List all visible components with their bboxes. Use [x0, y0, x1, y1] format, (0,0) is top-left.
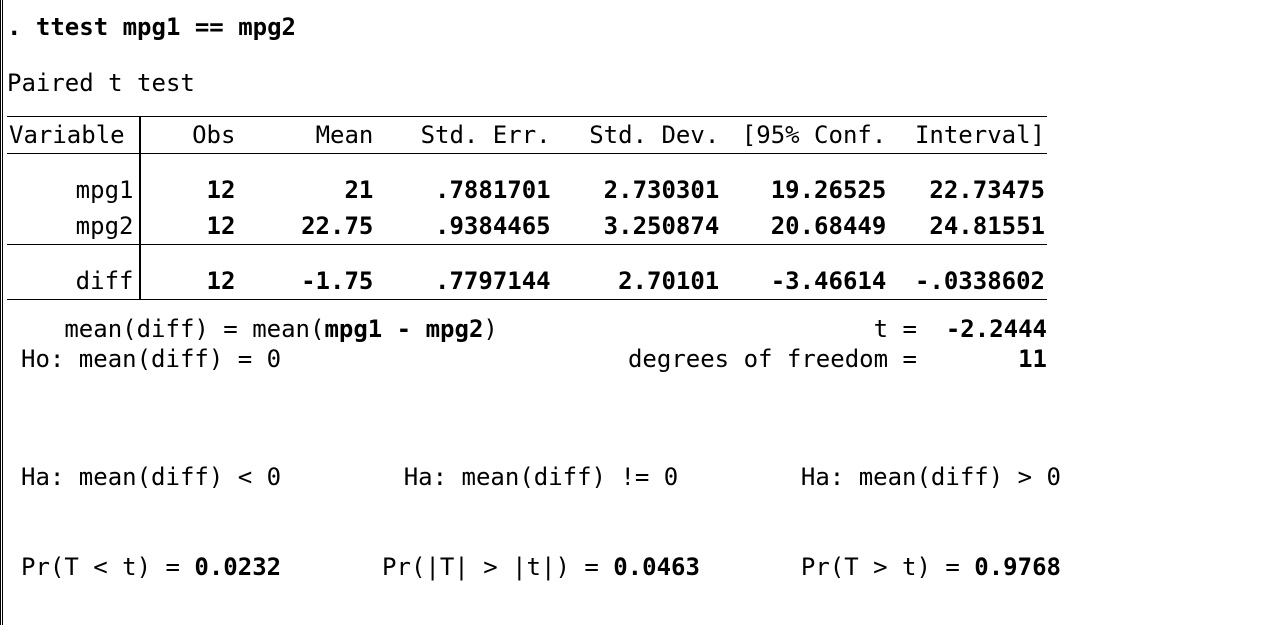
- cell: 20.68449: [729, 208, 886, 245]
- null-hypothesis: Ho: mean(diff) = 0: [21, 344, 281, 374]
- row-name: diff: [7, 263, 140, 300]
- ha-line: Ha: mean(diff) != 0: [382, 462, 700, 492]
- pr-line: Pr(|T| > |t|) = 0.0463: [382, 552, 700, 582]
- ha-line: Ha: mean(diff) > 0: [801, 462, 1061, 492]
- col-mean: Mean: [245, 117, 383, 154]
- cell: .9384465: [383, 208, 560, 245]
- cell: .7797144: [383, 263, 560, 300]
- cell: 12: [140, 172, 245, 208]
- cell: -.0338602: [886, 263, 1047, 300]
- alternative-hypotheses: Ha: mean(diff) < 0 Pr(T < t) = 0.0232 Ha…: [7, 402, 1061, 642]
- command-text: ttest mpg1 == mpg2: [36, 13, 296, 41]
- cell: 19.26525: [729, 172, 886, 208]
- cell: -1.75: [245, 263, 383, 300]
- cell: -3.46614: [729, 263, 886, 300]
- cell: 2.730301: [561, 172, 730, 208]
- col-se: Std. Err.: [383, 117, 560, 154]
- cell: 2.70101: [561, 263, 730, 300]
- test-title: Paired t test: [7, 68, 1270, 98]
- pr-line: Pr(T < t) = 0.0232: [21, 552, 281, 582]
- stats-table: Variable Obs Mean Std. Err. Std. Dev. [9…: [7, 116, 1047, 300]
- cell: 12: [140, 263, 245, 300]
- cell: 21: [245, 172, 383, 208]
- row-name: mpg1: [7, 172, 140, 208]
- table-row: mpg2 12 22.75 .9384465 3.250874 20.68449…: [7, 208, 1047, 245]
- t-stat: t = -2.2444: [874, 314, 1047, 344]
- equation-block: mean(diff) = mean(mpg1 - mpg2) t = -2.24…: [7, 314, 1047, 374]
- degrees-of-freedom: degrees of freedom = 11: [628, 344, 1047, 374]
- col-obs: Obs: [140, 117, 245, 154]
- col-ci-lo: [95% Conf.: [729, 117, 886, 154]
- mean-diff-def: mean(diff) = mean(mpg1 - mpg2): [21, 314, 498, 344]
- cell: 3.250874: [561, 208, 730, 245]
- col-sd: Std. Dev.: [561, 117, 730, 154]
- cell: 24.81551: [886, 208, 1047, 245]
- command-prefix: .: [7, 13, 36, 41]
- ha-line: Ha: mean(diff) < 0: [21, 462, 281, 492]
- alt-not-equal: Ha: mean(diff) != 0 Pr(|T| > |t|) = 0.04…: [382, 402, 700, 642]
- command-line: . ttest mpg1 == mpg2: [7, 12, 1270, 42]
- table-header-row: Variable Obs Mean Std. Err. Std. Dev. [9…: [7, 117, 1047, 154]
- col-variable: Variable: [7, 117, 140, 154]
- cell: 22.73475: [886, 172, 1047, 208]
- alt-less-than: Ha: mean(diff) < 0 Pr(T < t) = 0.0232: [21, 402, 281, 642]
- table-row-diff: diff 12 -1.75 .7797144 2.70101 -3.46614 …: [7, 263, 1047, 300]
- cell: 12: [140, 208, 245, 245]
- table-row: mpg1 12 21 .7881701 2.730301 19.26525 22…: [7, 172, 1047, 208]
- col-ci-hi: Interval]: [886, 117, 1047, 154]
- cell: 22.75: [245, 208, 383, 245]
- row-name: mpg2: [7, 208, 140, 245]
- pr-line: Pr(T > t) = 0.9768: [801, 552, 1061, 582]
- alt-greater-than: Ha: mean(diff) > 0 Pr(T > t) = 0.9768: [801, 402, 1061, 642]
- cell: .7881701: [383, 172, 560, 208]
